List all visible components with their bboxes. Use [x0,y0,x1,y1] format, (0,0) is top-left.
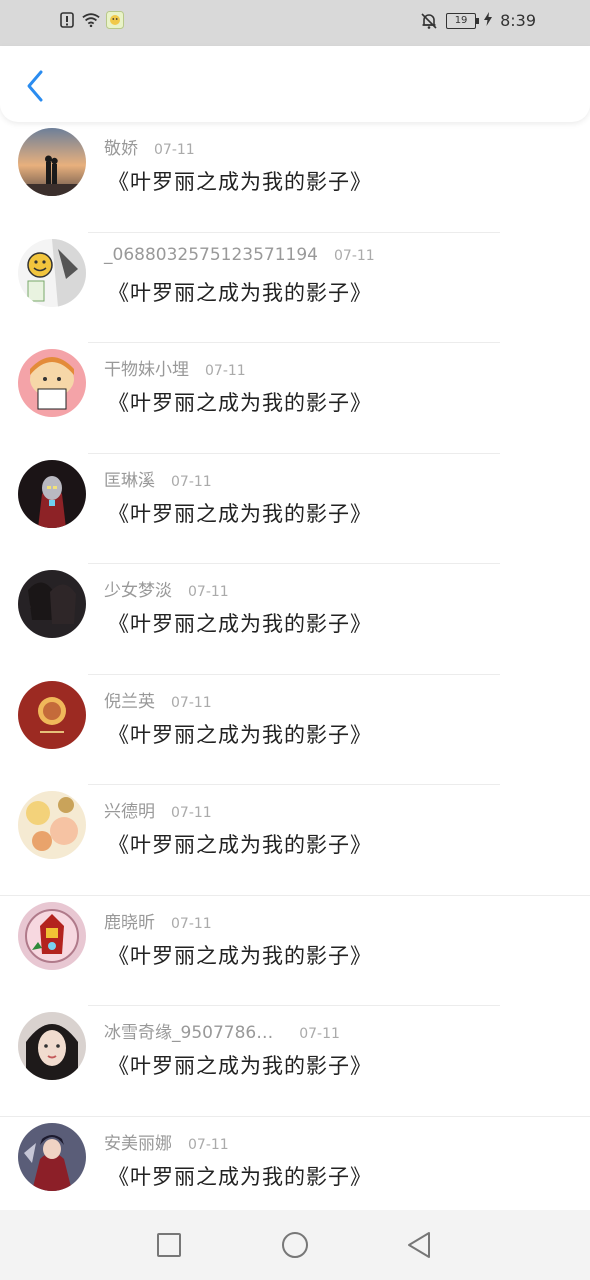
mute-bell-icon [420,12,438,30]
recent-apps-square-icon[interactable] [154,1230,184,1260]
comment-meta: 安美丽娜 07-11 [104,1129,229,1154]
list-item[interactable]: 倪兰英 07-11 《叶罗丽之成为我的影子》 [0,675,590,786]
list-item[interactable]: 冰雪奇缘_9507786… 07-11 《叶罗丽之成为我的影子》 [0,1006,590,1117]
comment-text: 《叶罗丽之成为我的影子》 [108,170,372,194]
username[interactable]: 敬娇 [104,134,138,159]
comment-meta: 敬娇 07-11 [104,134,195,159]
comment-meta: _0688032575123571194 07-11 [104,245,375,265]
comment-meta: 干物妹小埋 07-11 [104,355,246,380]
comment-meta: 匡琳溪 07-11 [104,466,212,491]
avatar[interactable] [18,1012,86,1080]
comment-text: 《叶罗丽之成为我的影子》 [108,1164,372,1189]
username[interactable]: 匡琳溪 [104,466,155,491]
comment-date: 07-11 [188,1136,229,1153]
avatar[interactable] [18,1122,86,1191]
username[interactable]: 鹿晓昕 [104,908,155,933]
avatar[interactable] [18,128,86,196]
avatar[interactable] [18,791,86,859]
comment-date: 07-11 [334,247,375,264]
status-left [58,11,124,29]
battery-icon: 19 [446,12,480,29]
battery-level: 19 [454,15,468,26]
username[interactable]: 兴德明 [104,797,155,822]
comment-text: 《叶罗丽之成为我的影子》 [108,612,372,636]
comment-meta: 冰雪奇缘_9507786… 07-11 [104,1018,340,1043]
comment-date: 07-11 [188,584,229,600]
avatar[interactable] [18,570,86,638]
list-item[interactable]: 匡琳溪 07-11 《叶罗丽之成为我的影子》 [0,454,590,565]
comment-date: 07-11 [154,142,195,158]
status-right: 19 8:39 [420,11,536,30]
comment-meta: 少女梦淡 07-11 [104,576,229,601]
clock: 8:39 [500,11,536,30]
chevron-left-icon [27,70,43,102]
username[interactable]: 冰雪奇缘_9507786… [104,1018,273,1043]
avatar[interactable] [18,238,86,307]
username[interactable]: _0688032575123571194 [104,245,318,265]
comment-date: 07-11 [171,473,212,490]
comment-text: 《叶罗丽之成为我的影子》 [108,833,372,857]
list-item[interactable]: 鹿晓昕 07-11 《叶罗丽之成为我的影子》 [0,896,590,1007]
list-item[interactable]: 敬娇 07-11 《叶罗丽之成为我的影子》 [0,122,590,233]
comment-date: 07-11 [205,363,246,379]
wifi-icon [82,11,100,29]
list-item[interactable]: 干物妹小埋 07-11 《叶罗丽之成为我的影子》 [0,343,590,454]
comment-meta: 倪兰英 07-11 [104,687,212,712]
back-button[interactable] [18,66,52,106]
comment-text: 《叶罗丽之成为我的影子》 [108,280,372,305]
top-app-bar [0,46,590,122]
home-circle-icon[interactable] [280,1230,310,1260]
comment-text: 《叶罗丽之成为我的影子》 [108,722,372,747]
comment-text: 《叶罗丽之成为我的影子》 [108,501,372,526]
avatar[interactable] [18,680,86,749]
username[interactable]: 干物妹小埋 [104,355,189,380]
comment-list[interactable]: 敬娇 07-11 《叶罗丽之成为我的影子》 _06880325751235711… [0,122,590,1210]
app-notification-icon [106,11,124,29]
list-item[interactable]: 安美丽娜 07-11 《叶罗丽之成为我的影子》 [0,1117,590,1211]
comment-meta: 鹿晓昕 07-11 [104,908,212,933]
avatar[interactable] [18,349,86,417]
comment-meta: 兴德明 07-11 [104,797,212,822]
system-nav-bar [0,1210,590,1280]
comment-date: 07-11 [171,805,212,821]
alert-icon [58,11,76,29]
username[interactable]: 少女梦淡 [104,576,172,601]
back-triangle-icon[interactable] [404,1230,434,1260]
list-item[interactable]: 少女梦淡 07-11 《叶罗丽之成为我的影子》 [0,564,590,675]
avatar[interactable] [18,901,86,970]
status-bar: 19 8:39 [0,0,590,46]
username[interactable]: 倪兰英 [104,687,155,712]
comment-text: 《叶罗丽之成为我的影子》 [108,1054,372,1078]
comment-date: 07-11 [171,915,212,932]
comment-date: 07-11 [299,1026,340,1042]
list-item[interactable]: 兴德明 07-11 《叶罗丽之成为我的影子》 [0,785,590,896]
username[interactable]: 安美丽娜 [104,1129,172,1154]
list-item[interactable]: _0688032575123571194 07-11 《叶罗丽之成为我的影子》 [0,233,590,344]
comment-text: 《叶罗丽之成为我的影子》 [108,943,372,968]
charging-icon [484,11,493,30]
avatar[interactable] [18,459,86,528]
comment-text: 《叶罗丽之成为我的影子》 [108,391,372,415]
comment-date: 07-11 [171,694,212,711]
